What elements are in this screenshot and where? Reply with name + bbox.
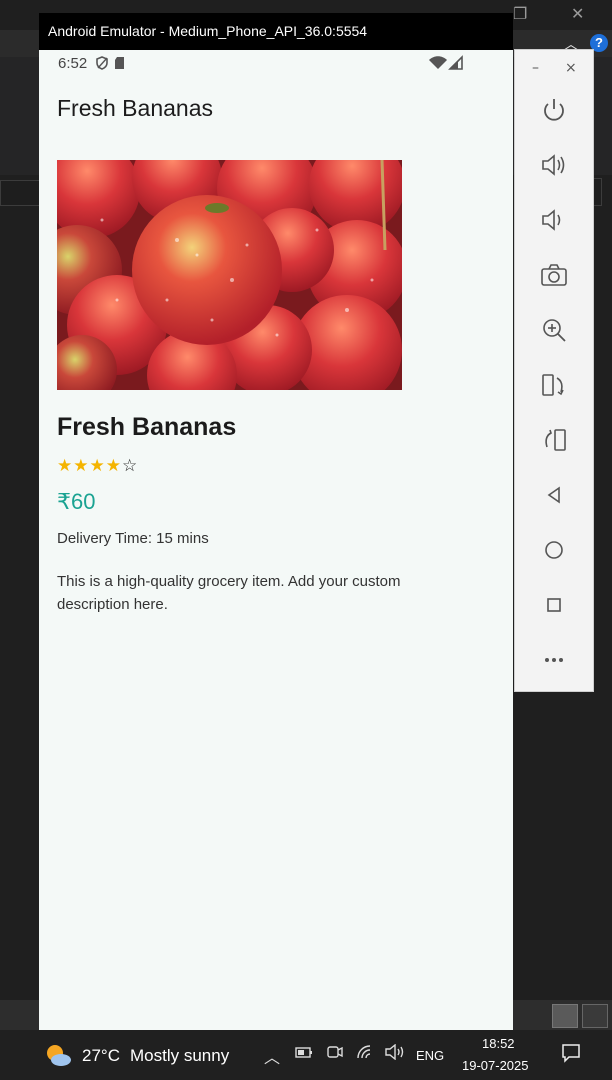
volume-icon[interactable] — [384, 1043, 406, 1064]
status-time: 6:52 — [58, 55, 88, 72]
power-icon — [544, 99, 564, 121]
wifi-icon[interactable] — [356, 1044, 376, 1064]
home-button[interactable] — [539, 535, 569, 565]
weather-temperature[interactable]: 27°C — [82, 1046, 120, 1066]
product-price: ₹60 — [57, 489, 96, 514]
camera-button[interactable] — [539, 260, 569, 290]
status-icons-right — [428, 55, 464, 75]
background-field — [0, 180, 42, 206]
volume-up-button[interactable] — [539, 150, 569, 180]
restore-icon[interactable]: ❐ — [513, 4, 527, 23]
star-full-icon: ★ — [105, 456, 122, 476]
power-button[interactable] — [539, 95, 569, 125]
delivery-time: Delivery Time: 15 mins — [57, 530, 209, 547]
volume-down-icon — [542, 209, 561, 231]
product-name: Fresh Bananas — [57, 413, 237, 441]
language-indicator[interactable]: ENG — [416, 1048, 444, 1063]
weather-icon[interactable] — [44, 1042, 72, 1070]
star-full-icon: ★ — [57, 456, 74, 476]
more-icon — [545, 658, 563, 662]
weather-description[interactable]: Mostly sunny — [130, 1046, 229, 1066]
image-preview-button[interactable] — [582, 1004, 608, 1028]
home-icon — [545, 541, 563, 559]
notification-icon[interactable] — [561, 1043, 581, 1063]
zoom-icon — [543, 319, 566, 342]
rotate-right-icon — [545, 429, 566, 451]
star-empty-icon: ☆ — [122, 456, 139, 476]
clock-time[interactable]: 18:52 — [482, 1036, 515, 1051]
chevron-up-icon[interactable]: ︿ — [264, 1044, 280, 1068]
star-full-icon: ★ — [73, 456, 90, 476]
overview-button[interactable] — [539, 590, 569, 620]
taskbar: 27°C Mostly sunny ︿ ENG 18:52 19-07-2025 — [0, 1030, 612, 1080]
sd-card-icon — [115, 57, 124, 69]
product-description: This is a high-quality grocery item. Add… — [57, 573, 401, 613]
panel-minimize-button[interactable]: – — [532, 60, 539, 76]
overview-icon — [547, 598, 561, 612]
panel-close-button[interactable]: × — [565, 60, 577, 76]
clock-date[interactable]: 19-07-2025 — [462, 1058, 529, 1073]
volume-up-icon — [542, 154, 565, 176]
emulator-title: Android Emulator - Medium_Phone_API_36.0… — [39, 13, 513, 50]
back-icon — [547, 486, 560, 504]
wifi-icon — [429, 56, 447, 69]
rotate-left-button[interactable] — [539, 370, 569, 400]
battery-icon[interactable] — [294, 1044, 314, 1064]
meet-now-icon[interactable] — [326, 1044, 344, 1064]
product-rating: ★★★★☆ — [57, 456, 138, 476]
android-status-bar: 6:52 — [39, 50, 513, 76]
emulator-side-panel: – × — [514, 49, 594, 692]
zoom-button[interactable] — [539, 315, 569, 345]
shield-icon — [96, 56, 124, 70]
back-button[interactable] — [539, 480, 569, 510]
panel-toggle-button[interactable] — [552, 1004, 578, 1028]
status-icons-left — [95, 55, 127, 75]
star-full-icon: ★ — [89, 456, 106, 476]
product-image — [57, 160, 402, 390]
appbar-title: Fresh Bananas — [57, 95, 213, 121]
camera-icon — [541, 264, 567, 286]
volume-down-button[interactable] — [539, 205, 569, 235]
rotate-right-button[interactable] — [539, 425, 569, 455]
close-icon[interactable]: ✕ — [571, 4, 584, 23]
emulator-window: Android Emulator - Medium_Phone_API_36.0… — [39, 13, 513, 1030]
more-button[interactable] — [539, 645, 569, 675]
rotate-left-icon — [542, 374, 564, 396]
